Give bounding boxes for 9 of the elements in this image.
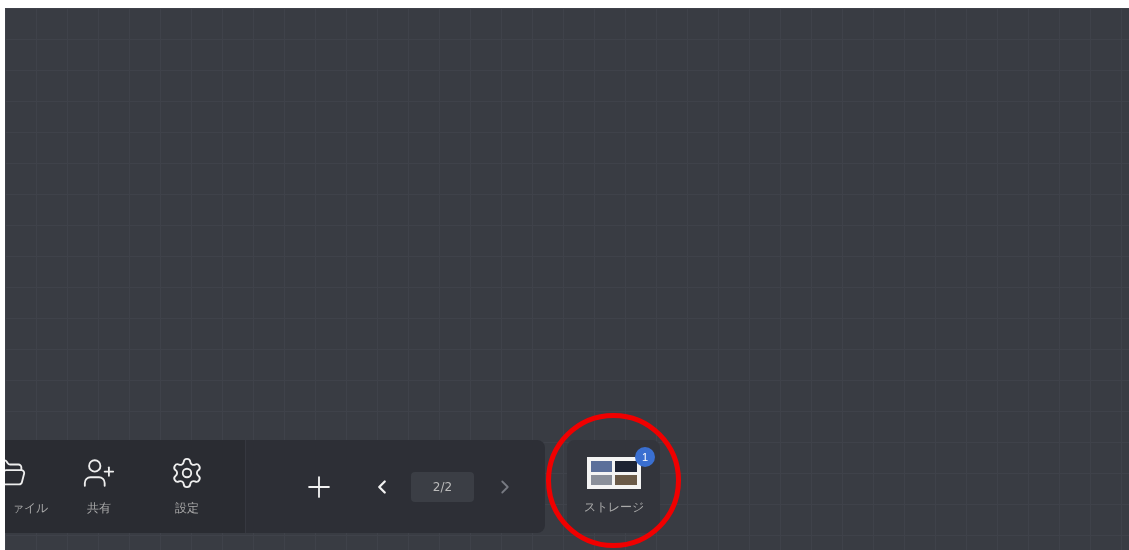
page-indicator: 2/2 (411, 471, 474, 502)
thumbnail-drawing (586, 457, 641, 489)
add-user-icon (82, 456, 116, 490)
share-button[interactable]: 共有 (55, 447, 143, 526)
settings-button[interactable]: 設定 (143, 447, 231, 526)
settings-icon (170, 456, 204, 490)
storage-button[interactable]: ストレージ 1 (567, 440, 660, 533)
count-badge: 1 (635, 447, 655, 467)
file-button[interactable]: ァイル (5, 447, 55, 526)
